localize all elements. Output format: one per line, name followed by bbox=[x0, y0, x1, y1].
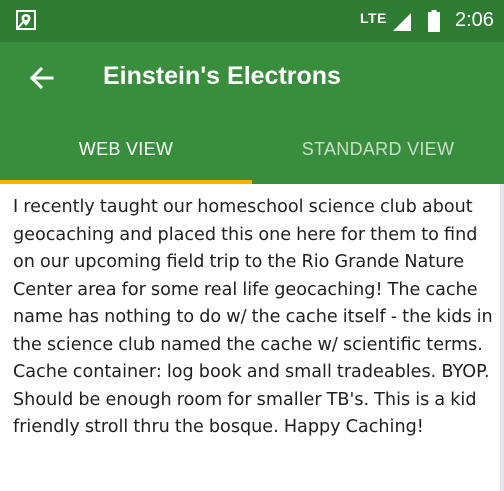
network-type-label: LTE bbox=[360, 10, 387, 26]
app-bar: Einstein's Electrons bbox=[0, 42, 504, 114]
cell-signal-icon bbox=[393, 13, 411, 31]
cache-description: I recently taught our homeschool science… bbox=[13, 197, 493, 437]
clock-time: 2:06 bbox=[455, 9, 494, 31]
tab-standard-view-label: STANDARD VIEW bbox=[301, 139, 455, 159]
page-title: Einstein's Electrons bbox=[103, 62, 341, 90]
map-pin-app-icon bbox=[16, 10, 36, 30]
back-button[interactable] bbox=[22, 58, 62, 98]
tab-web-view[interactable]: WEB VIEW bbox=[0, 114, 252, 184]
scrollbar-track[interactable] bbox=[500, 184, 504, 491]
tab-web-view-label: WEB VIEW bbox=[78, 139, 174, 159]
status-bar: LTE 2:06 bbox=[0, 0, 504, 42]
web-view-content[interactable]: I recently taught our homeschool science… bbox=[0, 184, 504, 491]
tab-standard-view[interactable]: STANDARD VIEW bbox=[252, 114, 504, 184]
tab-bar: WEB VIEW STANDARD VIEW bbox=[0, 114, 504, 184]
arrow-left-icon bbox=[29, 66, 54, 90]
battery-icon bbox=[428, 10, 440, 32]
app-screen: LTE 2:06 Einstein's Electrons WEB VIEW S… bbox=[0, 0, 504, 491]
